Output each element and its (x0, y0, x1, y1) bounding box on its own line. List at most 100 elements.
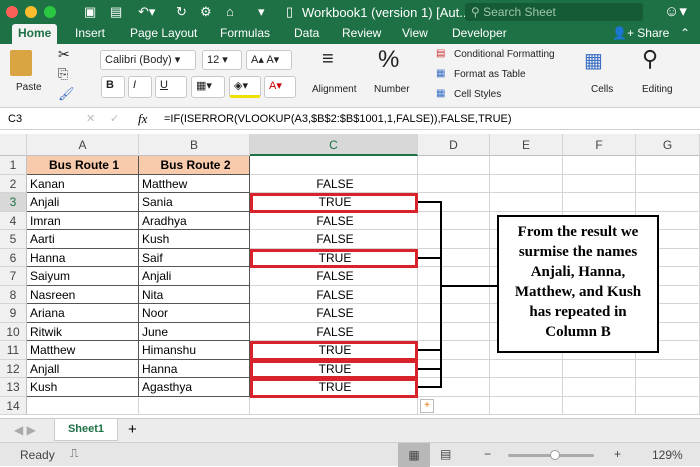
macro-record-icon[interactable]: ⎍ (70, 446, 78, 461)
cell-G12[interactable] (636, 359, 700, 378)
zoom-out-button[interactable]: − (484, 447, 491, 461)
settings-icon[interactable]: ⚙ (200, 4, 212, 20)
underline-button[interactable]: U (155, 76, 187, 98)
cell-F14[interactable] (563, 396, 636, 415)
column-header-B[interactable]: B (139, 134, 250, 156)
row-header-5[interactable]: 5 (0, 230, 27, 249)
normal-view-icon[interactable]: ▦ (398, 443, 430, 467)
tab-formulas[interactable]: Formulas (220, 26, 270, 40)
cell-A14[interactable] (27, 396, 139, 415)
cell-D8[interactable] (418, 285, 490, 304)
bold-button[interactable]: B (101, 76, 125, 98)
row-header-13[interactable]: 13 (0, 378, 27, 397)
search-editing-icon[interactable]: ⚲ (642, 46, 658, 72)
row-header-10[interactable]: 10 (0, 322, 27, 341)
add-sheet-button[interactable]: + (128, 421, 137, 438)
cell-D1[interactable] (418, 156, 490, 175)
cell-B8[interactable]: Nita (139, 285, 250, 304)
percent-icon[interactable]: % (378, 46, 399, 74)
cell-B9[interactable]: Noor (139, 304, 250, 323)
font-color-icon[interactable]: A▾ (264, 76, 296, 98)
zoom-slider-thumb[interactable] (550, 450, 561, 460)
cell-B3[interactable]: Sania (139, 193, 250, 212)
increase-font-icon[interactable]: A▴ (251, 54, 264, 66)
cell-D5[interactable] (418, 230, 490, 249)
row-header-12[interactable]: 12 (0, 359, 27, 378)
alignment-button[interactable]: Alignment (312, 84, 356, 95)
cell-A4[interactable]: Imran (27, 211, 139, 230)
home-icon[interactable]: ⌂ (226, 4, 234, 19)
name-box[interactable]: C3 (8, 113, 22, 125)
cell-F12[interactable] (563, 359, 636, 378)
select-all-corner[interactable] (0, 134, 27, 156)
insert-function-icon[interactable]: fx (138, 111, 147, 127)
cell-C14[interactable] (250, 396, 418, 415)
cell-B12[interactable]: Hanna (139, 359, 250, 378)
search-sheet-input[interactable]: ⚲ Search Sheet (465, 3, 643, 21)
cell-G1[interactable] (636, 156, 700, 175)
maximize-window-button[interactable] (44, 6, 56, 18)
font-size-adjust[interactable]: A▴ A▾ (246, 50, 292, 70)
cell-E2[interactable] (490, 174, 563, 193)
cell-A12[interactable]: Anjall (27, 359, 139, 378)
row-header-14[interactable]: 14 (0, 396, 27, 415)
row-header-8[interactable]: 8 (0, 285, 27, 304)
cell-G14[interactable] (636, 396, 700, 415)
cell-C8[interactable]: FALSE (250, 285, 418, 304)
cell-C9[interactable]: FALSE (250, 304, 418, 323)
cell-A11[interactable]: Matthew (27, 341, 139, 360)
editing-button[interactable]: Editing (642, 84, 673, 95)
cell-B7[interactable]: Anjali (139, 267, 250, 286)
cell-C5[interactable]: FALSE (250, 230, 418, 249)
cell-A9[interactable]: Ariana (27, 304, 139, 323)
font-name-select[interactable]: Calibri (Body) ▾ (100, 50, 196, 70)
row-header-3[interactable]: 3 (0, 193, 27, 212)
cell-B2[interactable]: Matthew (139, 174, 250, 193)
cell-D9[interactable] (418, 304, 490, 323)
customize-toolbar-icon[interactable]: ▾ (258, 4, 265, 20)
cell-A6[interactable]: Hanna (27, 248, 139, 267)
cell-E1[interactable] (490, 156, 563, 175)
row-header-9[interactable]: 9 (0, 304, 27, 323)
cell-B6[interactable]: Saif (139, 248, 250, 267)
cell-C10[interactable]: FALSE (250, 322, 418, 341)
cell-G2[interactable] (636, 174, 700, 193)
fill-color-icon[interactable]: ◈▾ (229, 76, 261, 98)
cell-F3[interactable] (563, 193, 636, 212)
cell-A10[interactable]: Ritwik (27, 322, 139, 341)
cell-D10[interactable] (418, 322, 490, 341)
cell-E14[interactable] (490, 396, 563, 415)
minimize-window-button[interactable] (25, 6, 37, 18)
cells-icon[interactable]: ▦ (584, 48, 603, 73)
tab-home[interactable]: Home (12, 24, 58, 44)
cell-B5[interactable]: Kush (139, 230, 250, 249)
cell-B13[interactable]: Agasthya (139, 378, 250, 397)
paste-options-icon[interactable]: + (420, 398, 434, 413)
cell-D2[interactable] (418, 174, 490, 193)
column-header-G[interactable]: G (636, 134, 700, 156)
number-button[interactable]: Number (374, 84, 410, 95)
column-header-C[interactable]: C (250, 134, 418, 156)
page-layout-view-icon[interactable]: ▤ (440, 447, 451, 461)
format-as-table-button[interactable]: Format as Table (454, 69, 526, 80)
column-header-F[interactable]: F (563, 134, 636, 156)
cell-A8[interactable]: Nasreen (27, 285, 139, 304)
format-painter-icon[interactable]: 🖌 (58, 86, 75, 102)
cell-A7[interactable]: Saiyum (27, 267, 139, 286)
cell-B14[interactable] (139, 396, 250, 415)
row-header-6[interactable]: 6 (0, 248, 27, 267)
formula-input[interactable]: =IF(ISERROR(VLOOKUP(A3,$B$2:$B$1001,1,FA… (164, 113, 512, 125)
borders-icon[interactable]: ▦▾ (191, 76, 225, 98)
cut-icon[interactable]: ✂ (58, 46, 70, 63)
save-icon[interactable]: ▤ (110, 4, 122, 20)
cell-D4[interactable] (418, 211, 490, 230)
collapse-ribbon-icon[interactable]: ⌃ (680, 26, 690, 40)
tab-data[interactable]: Data (294, 26, 319, 40)
zoom-in-button[interactable]: + (614, 447, 621, 461)
cell-B11[interactable]: Himanshu (139, 341, 250, 360)
cell-C4[interactable]: FALSE (250, 211, 418, 230)
tab-page-layout[interactable]: Page Layout (130, 26, 197, 40)
cell-E12[interactable] (490, 359, 563, 378)
cell-A1[interactable]: Bus Route 1 (27, 156, 139, 175)
cell-C7[interactable]: FALSE (250, 267, 418, 286)
